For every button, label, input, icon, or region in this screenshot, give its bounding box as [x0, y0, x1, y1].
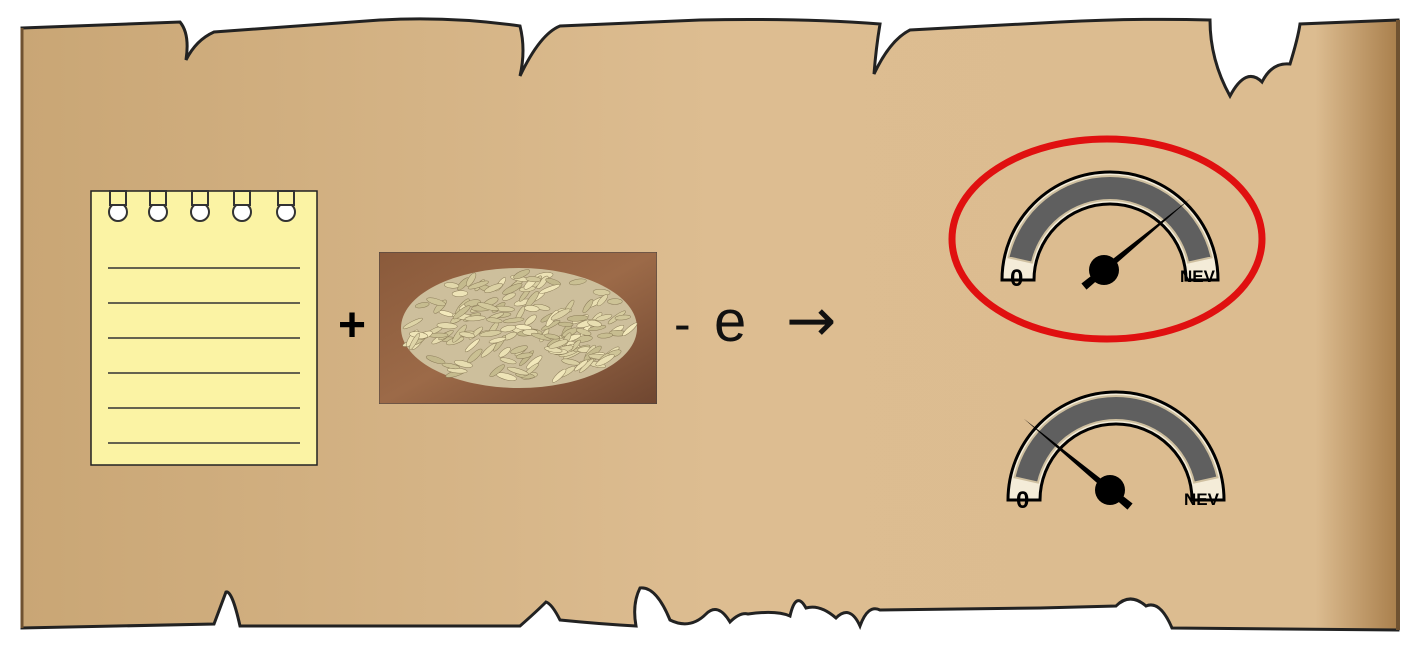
gauge-hub	[1095, 475, 1125, 505]
gauge-min-label: 0	[1016, 487, 1030, 514]
oat-grains-image	[379, 252, 657, 404]
gauge-max-label: NEV	[1180, 267, 1215, 286]
rebus-puzzle: + - e → 0 NEV 0 NEV	[0, 0, 1422, 664]
letter-e: e	[714, 289, 747, 354]
gauge-max-label: NEV	[1184, 490, 1219, 509]
minus-sign: -	[674, 296, 691, 352]
gauge-high: 0 NEV	[990, 150, 1230, 300]
arrow-right-icon: →	[786, 286, 837, 356]
plus-sign: +	[337, 299, 367, 352]
gauge-hub	[1089, 255, 1119, 285]
notepad-icon	[90, 190, 318, 466]
gauge-low: 0 NEV	[996, 370, 1236, 520]
gauge-min-label: 0	[1010, 265, 1024, 292]
